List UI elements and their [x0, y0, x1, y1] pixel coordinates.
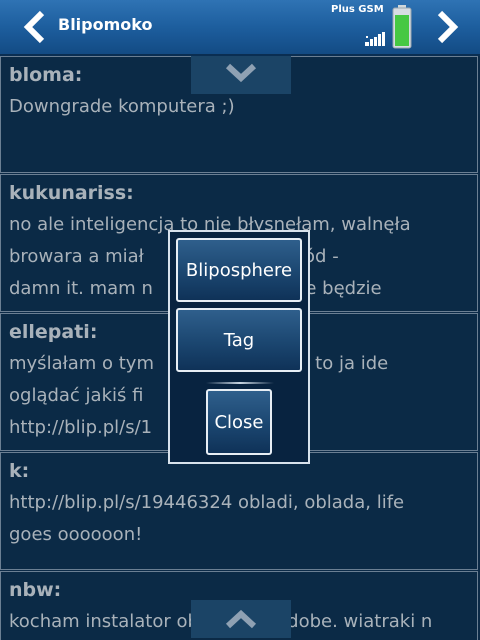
chevron-left-icon [23, 10, 45, 44]
tag-button[interactable]: Tag [176, 308, 302, 372]
list-item[interactable]: k: http://blip.pl/s/19446324 obladi, obl… [0, 452, 478, 570]
forward-button[interactable] [430, 9, 462, 45]
app-title: Blipomoko [58, 15, 153, 34]
post-message: http://blip.pl/s/19446324 obladi, oblada… [9, 492, 405, 545]
chevron-down-icon [225, 63, 257, 83]
back-button[interactable] [20, 9, 52, 45]
close-button[interactable]: Close [206, 389, 272, 455]
context-menu: Bliposphere Tag Close [168, 230, 310, 464]
carrier-label: Plus GSM [331, 4, 384, 15]
post-author: kukunariss: [9, 182, 134, 204]
chevron-up-icon [225, 609, 257, 629]
bliposphere-button[interactable]: Bliposphere [176, 238, 302, 302]
scroll-up-button[interactable] [191, 56, 291, 94]
menu-divider [206, 382, 274, 384]
top-bar: Blipomoko Plus GSM [0, 0, 480, 56]
battery-icon [392, 5, 412, 49]
post-author: nbw: [9, 579, 62, 601]
chevron-right-icon [437, 10, 459, 44]
scroll-down-button[interactable] [191, 600, 291, 638]
signal-icon [365, 32, 385, 46]
post-message: Downgrade komputera ;) [9, 96, 235, 117]
